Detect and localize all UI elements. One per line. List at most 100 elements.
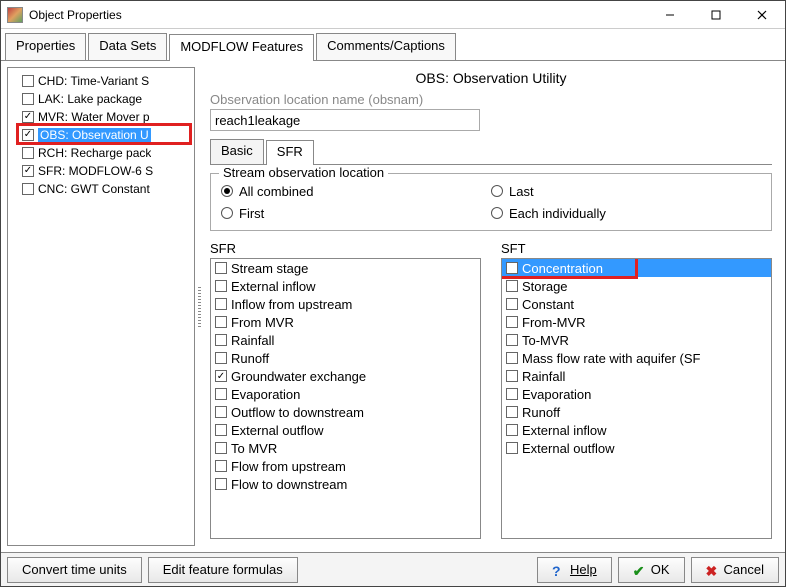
checkbox-icon[interactable] xyxy=(506,388,518,400)
checkbox-icon[interactable] xyxy=(22,93,34,105)
list-item-label: Runoff xyxy=(231,351,269,366)
checkbox-icon[interactable] xyxy=(506,316,518,328)
checkbox-icon[interactable] xyxy=(22,147,34,159)
checkbox-icon[interactable] xyxy=(506,262,518,274)
list-item[interactable]: External outflow xyxy=(502,439,771,457)
sft-column: SFT ConcentrationStorageConstantFrom-MVR… xyxy=(501,241,772,539)
checkbox-icon[interactable] xyxy=(506,280,518,292)
tree-item-label: SFR: MODFLOW-6 S xyxy=(38,164,153,178)
checkbox-icon[interactable] xyxy=(506,298,518,310)
ok-button[interactable]: ✔ OK xyxy=(618,557,685,583)
list-item[interactable]: Rainfall xyxy=(502,367,771,385)
tab-properties[interactable]: Properties xyxy=(5,33,86,60)
list-item[interactable]: From-MVR xyxy=(502,313,771,331)
list-item[interactable]: Inflow from upstream xyxy=(211,295,480,313)
list-item-label: Inflow from upstream xyxy=(231,297,352,312)
checkbox-icon[interactable] xyxy=(215,478,227,490)
help-button[interactable]: ? Help xyxy=(537,557,612,583)
list-item[interactable]: Rainfall xyxy=(211,331,480,349)
tree-item[interactable]: CNC: GWT Constant xyxy=(8,180,194,198)
list-item[interactable]: External inflow xyxy=(502,421,771,439)
checkbox-icon[interactable] xyxy=(506,370,518,382)
tab-modflow-features[interactable]: MODFLOW Features xyxy=(169,34,314,61)
list-item[interactable]: To-MVR xyxy=(502,331,771,349)
sfr-header: SFR xyxy=(210,241,481,258)
obsnam-input[interactable] xyxy=(210,109,480,131)
list-item[interactable]: From MVR xyxy=(211,313,480,331)
checkbox-icon[interactable] xyxy=(22,183,34,195)
subtab-basic[interactable]: Basic xyxy=(210,139,264,164)
checkbox-icon[interactable] xyxy=(215,406,227,418)
convert-time-units-button[interactable]: Convert time units xyxy=(7,557,142,583)
checkbox-icon[interactable] xyxy=(22,111,34,123)
list-item[interactable]: Storage xyxy=(502,277,771,295)
list-item[interactable]: External outflow xyxy=(211,421,480,439)
checkbox-icon[interactable] xyxy=(215,460,227,472)
lists-row: SFR Stream stageExternal inflowInflow fr… xyxy=(210,241,772,539)
tab-comments-captions[interactable]: Comments/Captions xyxy=(316,33,456,60)
tree-item[interactable]: OBS: Observation U xyxy=(8,126,194,144)
page-title: OBS: Observation Utility xyxy=(210,68,772,92)
checkbox-icon[interactable] xyxy=(215,352,227,364)
checkbox-icon[interactable] xyxy=(22,129,34,141)
checkbox-icon[interactable] xyxy=(215,334,227,346)
edit-feature-formulas-button[interactable]: Edit feature formulas xyxy=(148,557,298,583)
radio-all-combined[interactable]: All combined xyxy=(221,180,491,202)
list-item[interactable]: Groundwater exchange xyxy=(211,367,480,385)
tree-item[interactable]: RCH: Recharge pack xyxy=(8,144,194,162)
tree-item[interactable]: MVR: Water Mover p xyxy=(8,108,194,126)
tree-item[interactable]: SFR: MODFLOW-6 S xyxy=(8,162,194,180)
checkbox-icon[interactable] xyxy=(215,388,227,400)
list-item[interactable]: Stream stage xyxy=(211,259,480,277)
list-item[interactable]: External inflow xyxy=(211,277,480,295)
list-item[interactable]: Runoff xyxy=(211,349,480,367)
checkbox-icon[interactable] xyxy=(215,280,227,292)
titlebar: Object Properties xyxy=(1,1,785,29)
checkbox-icon[interactable] xyxy=(215,370,227,382)
list-item[interactable]: Flow from upstream xyxy=(211,457,480,475)
feature-tree[interactable]: CHD: Time-Variant SLAK: Lake packageMVR:… xyxy=(7,67,195,546)
list-item-label: Flow to downstream xyxy=(231,477,347,492)
list-item[interactable]: Mass flow rate with aquifer (SF xyxy=(502,349,771,367)
checkbox-icon[interactable] xyxy=(22,165,34,177)
list-item[interactable]: Evaporation xyxy=(502,385,771,403)
check-icon: ✔ xyxy=(633,563,647,577)
minimize-button[interactable] xyxy=(647,1,693,28)
cancel-button[interactable]: ✖ Cancel xyxy=(691,557,779,583)
checkbox-icon[interactable] xyxy=(22,75,34,87)
radio-each-individually[interactable]: Each individually xyxy=(491,202,761,224)
window-title: Object Properties xyxy=(29,8,647,22)
checkbox-icon[interactable] xyxy=(506,406,518,418)
list-item[interactable]: Evaporation xyxy=(211,385,480,403)
list-item[interactable]: Concentration xyxy=(502,259,771,277)
tree-item[interactable]: CHD: Time-Variant S xyxy=(8,72,194,90)
list-item[interactable]: Constant xyxy=(502,295,771,313)
group-legend: Stream observation location xyxy=(219,165,388,180)
sft-listbox[interactable]: ConcentrationStorageConstantFrom-MVRTo-M… xyxy=(501,258,772,539)
close-button[interactable] xyxy=(739,1,785,28)
checkbox-icon[interactable] xyxy=(506,352,518,364)
checkbox-icon[interactable] xyxy=(215,298,227,310)
object-properties-window: Object Properties PropertiesData SetsMOD… xyxy=(0,0,786,587)
checkbox-icon[interactable] xyxy=(215,442,227,454)
splitter[interactable] xyxy=(195,67,203,546)
tree-item[interactable]: LAK: Lake package xyxy=(8,90,194,108)
radio-label: First xyxy=(239,206,264,221)
sfr-listbox[interactable]: Stream stageExternal inflow Inflow from u… xyxy=(210,258,481,539)
subtab-sfr[interactable]: SFR xyxy=(266,140,314,165)
checkbox-icon[interactable] xyxy=(506,424,518,436)
tab-data-sets[interactable]: Data Sets xyxy=(88,33,167,60)
checkbox-icon[interactable] xyxy=(215,262,227,274)
radio-last[interactable]: Last xyxy=(491,180,761,202)
list-item-label: External outflow xyxy=(231,423,324,438)
list-item[interactable]: Outflow to downstream xyxy=(211,403,480,421)
checkbox-icon[interactable] xyxy=(215,316,227,328)
list-item[interactable]: To MVR xyxy=(211,439,480,457)
list-item[interactable]: Flow to downstream xyxy=(211,475,480,493)
radio-first[interactable]: First xyxy=(221,202,491,224)
checkbox-icon[interactable] xyxy=(215,424,227,436)
maximize-button[interactable] xyxy=(693,1,739,28)
checkbox-icon[interactable] xyxy=(506,442,518,454)
checkbox-icon[interactable] xyxy=(506,334,518,346)
list-item[interactable]: Runoff xyxy=(502,403,771,421)
